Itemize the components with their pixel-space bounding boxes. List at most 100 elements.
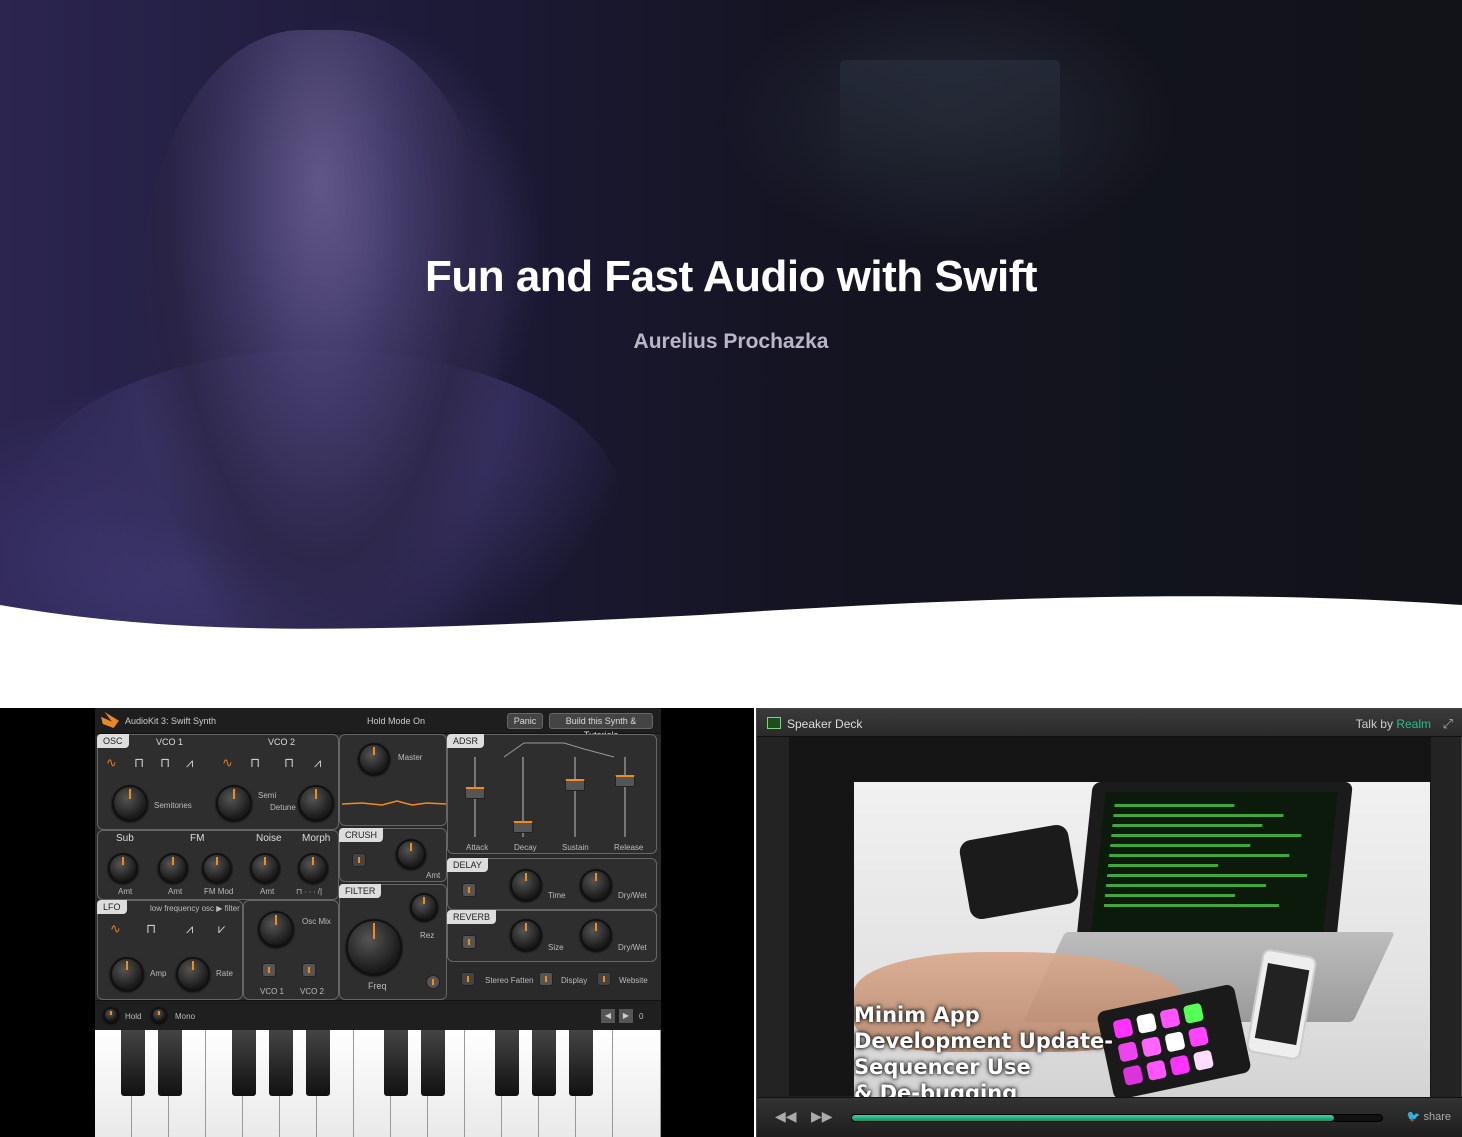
delay-drywet-knob[interactable]	[580, 869, 612, 901]
master-label: Master	[398, 753, 423, 762]
fullscreen-icon[interactable]: ⤢	[1443, 716, 1453, 732]
sine-wave-icon[interactable]: ∿	[106, 755, 117, 771]
release-fader[interactable]	[615, 775, 635, 787]
black-key[interactable]	[421, 1030, 445, 1096]
build-synth-button[interactable]: Build this Synth & Tutorials	[549, 713, 653, 740]
deck-controls: ◀◀ ▶▶ 🐦 share	[757, 1097, 1462, 1137]
noise-amt-knob[interactable]	[250, 853, 280, 883]
reverb-tag: REVERB	[447, 910, 497, 924]
reverb-drywet-knob[interactable]	[580, 919, 612, 951]
master-knob[interactable]	[358, 743, 390, 775]
release-label: Release	[614, 843, 644, 852]
fm-mod-label: FM Mod	[204, 887, 234, 896]
twitter-bird-icon: 🐦	[1406, 1111, 1421, 1123]
stereo-fatten-toggle[interactable]	[461, 972, 475, 986]
share-button[interactable]: 🐦 share	[1407, 1110, 1451, 1123]
sub-fm-noise-morph-module: Sub FM Noise Morph Amt Amt FM Mod Amt ⊓ …	[97, 830, 339, 900]
talk-by-prefix: Talk by	[1355, 717, 1393, 731]
talk-by-realm-link[interactable]: Realm	[1396, 717, 1431, 731]
slide-stage: Minim App Development Update- Sequencer …	[789, 737, 1431, 1106]
slide-image[interactable]: Minim App Development Update- Sequencer …	[854, 782, 1430, 1106]
square-wave-icon[interactable]: ⊓	[134, 755, 144, 771]
fm-mod-knob[interactable]	[202, 853, 232, 883]
osc-mix-label: Osc Mix	[302, 917, 331, 926]
sine-wave-icon[interactable]: ∿	[110, 921, 121, 937]
black-key[interactable]	[158, 1030, 182, 1096]
synth-topbar: AudioKit 3: Swift Synth Hold Mode On Pan…	[95, 708, 661, 740]
pulse-wave-icon[interactable]: ⊓	[160, 755, 170, 771]
speaker-name: Aurelius Prochazka	[633, 330, 829, 353]
delay-time-knob[interactable]	[510, 869, 542, 901]
semi-knob[interactable]	[216, 785, 252, 821]
black-key[interactable]	[269, 1030, 293, 1096]
filter-toggle[interactable]	[426, 975, 440, 989]
lfo-rate-knob[interactable]	[176, 957, 210, 991]
black-key[interactable]	[532, 1030, 556, 1096]
panic-button[interactable]: Panic	[507, 713, 543, 729]
hold-knob[interactable]	[103, 1007, 119, 1023]
octave-up-button[interactable]: ▶	[619, 1009, 633, 1023]
morph-knob[interactable]	[298, 853, 328, 883]
talk-title: Fun and Fast Audio with Swift	[424, 252, 1038, 301]
speaker-deck-embed: Speaker Deck Talk by Realm ⤢ Minim App D…	[756, 708, 1462, 1137]
speaker-deck-icon	[767, 717, 781, 729]
swift-logo-icon	[101, 712, 119, 728]
attack-label: Attack	[466, 843, 489, 852]
semitones-knob[interactable]	[112, 785, 148, 821]
black-key[interactable]	[232, 1030, 256, 1096]
black-key[interactable]	[121, 1030, 145, 1096]
slide-caption-line: Minim App	[854, 1003, 980, 1027]
website-label: Website	[619, 976, 648, 985]
black-key[interactable]	[306, 1030, 330, 1096]
saw-wave-icon[interactable]: ⩘	[314, 755, 321, 771]
lfo-amp-knob[interactable]	[110, 957, 144, 991]
osc-tag: OSC	[97, 734, 129, 748]
synth-screenshot: AudioKit 3: Swift Synth Hold Mode On Pan…	[0, 708, 754, 1137]
website-button[interactable]	[597, 972, 611, 986]
attack-fader[interactable]	[465, 787, 485, 799]
reverb-size-label: Size	[548, 943, 564, 952]
sustain-fader[interactable]	[565, 779, 585, 791]
next-slide-icon[interactable]: ▶▶	[811, 1108, 833, 1125]
hold-mode-label: Hold Mode On	[367, 716, 426, 726]
detune-label: Detune	[270, 803, 296, 812]
vco2-toggle[interactable]	[302, 963, 316, 977]
osc-mix-knob[interactable]	[258, 911, 294, 947]
reverb-size-knob[interactable]	[510, 919, 542, 951]
detune-knob[interactable]	[298, 785, 334, 821]
display-toggle[interactable]	[539, 972, 553, 986]
filter-rez-knob[interactable]	[410, 893, 438, 921]
noise-amt-label: Amt	[260, 887, 275, 896]
octave-down-button[interactable]: ◀	[601, 1009, 615, 1023]
filter-freq-knob[interactable]	[346, 919, 402, 975]
saw-wave-icon[interactable]: ⩘	[186, 755, 193, 771]
decay-fader[interactable]	[513, 821, 533, 833]
midi-controller-image	[957, 823, 1081, 921]
sub-label: Sub	[116, 833, 134, 844]
square-wave-icon[interactable]: ⊓	[146, 921, 156, 937]
fm-amt-knob[interactable]	[158, 853, 188, 883]
square-wave-icon[interactable]: ⊓	[250, 755, 260, 771]
black-key[interactable]	[495, 1030, 519, 1096]
white-key[interactable]	[613, 1030, 661, 1137]
black-key[interactable]	[384, 1030, 408, 1096]
semi-label: Semi	[258, 791, 277, 800]
reverb-toggle[interactable]	[462, 935, 476, 949]
saw-down-icon[interactable]: ⩗	[218, 921, 225, 937]
speaker-deck-label[interactable]: Speaker Deck	[787, 717, 862, 731]
saw-up-icon[interactable]: ⩘	[186, 921, 193, 937]
adsr-tag: ADSR	[447, 734, 485, 748]
vco2-label: VCO 2	[268, 737, 296, 747]
delay-toggle[interactable]	[462, 883, 476, 897]
crush-toggle[interactable]	[352, 853, 366, 867]
osc-module: OSC VCO 1 VCO 2 ∿ ⊓ ⊓ ⩘ ∿ ⊓ ⊓ ⩘ Semitone…	[97, 734, 339, 830]
slide-progress-track[interactable]	[851, 1114, 1383, 1122]
black-key[interactable]	[569, 1030, 593, 1096]
vco1-toggle[interactable]	[262, 963, 276, 977]
crush-amt-knob[interactable]	[396, 839, 426, 869]
sine-wave-icon[interactable]: ∿	[222, 755, 233, 771]
previous-slide-icon[interactable]: ◀◀	[775, 1108, 797, 1125]
mono-knob[interactable]	[151, 1007, 167, 1023]
pulse-wave-icon[interactable]: ⊓	[284, 755, 294, 771]
sub-amt-knob[interactable]	[108, 853, 138, 883]
